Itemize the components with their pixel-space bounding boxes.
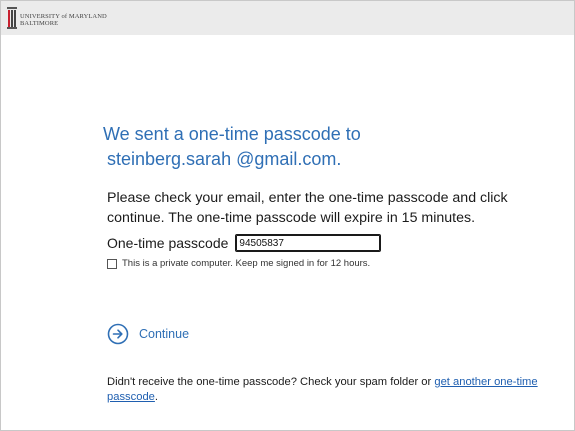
page-frame: UNIVERSITY of MARYLAND BALTIMORE We sent…	[0, 0, 575, 431]
remember-row: This is a private computer. Keep me sign…	[107, 258, 370, 269]
instructions-text: Please check your email, enter the one-t…	[107, 190, 508, 226]
arrow-circle-right-icon[interactable]	[107, 323, 129, 345]
resend-note-end: .	[154, 391, 159, 403]
continue-button[interactable]: Continue	[107, 323, 189, 345]
remember-checkbox[interactable]	[107, 258, 117, 269]
page-title: We sent a one-time passcode to steinberg…	[103, 122, 361, 172]
continue-label[interactable]: Continue	[139, 327, 189, 341]
logo-wordmark-line1: UNIVERSITY of MARYLAND	[20, 13, 107, 20]
university-logo: UNIVERSITY of MARYLAND BALTIMORE	[7, 7, 107, 29]
passcode-row: One-time passcode	[107, 234, 382, 252]
logo-wordmark: UNIVERSITY of MARYLAND BALTIMORE	[20, 7, 107, 27]
resend-note: Didn't receive the one-time passcode? Ch…	[107, 375, 552, 405]
resend-note-text: Didn't receive the one-time passcode? Ch…	[107, 376, 435, 388]
logo-wordmark-line2: BALTIMORE	[20, 20, 59, 27]
page-title-line1: We sent a one-time passcode to	[103, 124, 361, 144]
university-crest-icon	[7, 7, 17, 29]
passcode-label: One-time passcode	[107, 235, 229, 251]
header-bar: UNIVERSITY of MARYLAND BALTIMORE	[1, 1, 574, 35]
remember-label: This is a private computer. Keep me sign…	[122, 258, 371, 269]
page-title-email: steinberg.sarah @gmail.com.	[107, 149, 342, 169]
passcode-input[interactable]	[235, 234, 382, 252]
